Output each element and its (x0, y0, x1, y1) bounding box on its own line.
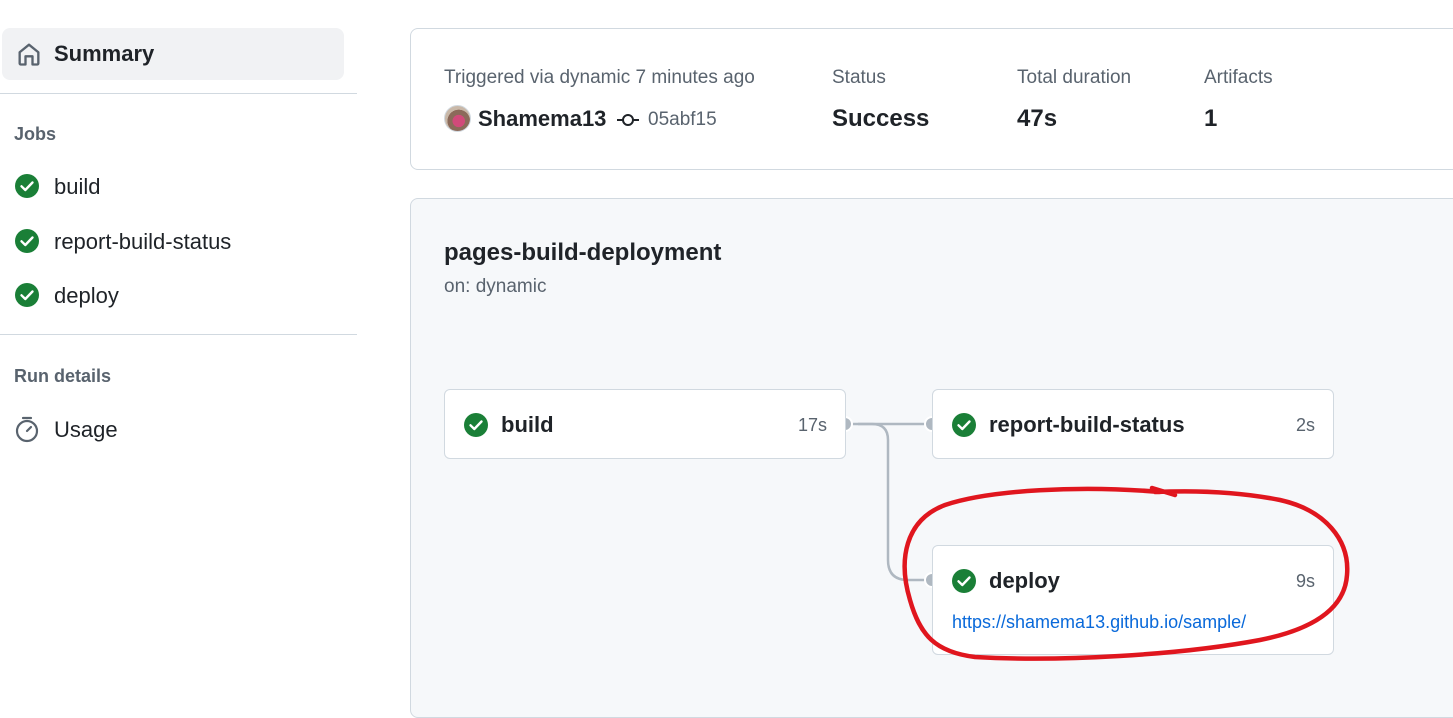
workflow-title: pages-build-deployment (444, 239, 722, 266)
deployment-url-link[interactable]: https://shamema13.github.io/sample/ (952, 612, 1246, 633)
sidebar: Summary Jobs build report-build-status d… (0, 0, 358, 697)
sidebar-item-usage[interactable]: Usage (0, 408, 357, 452)
artifacts-label: Artifacts (1204, 67, 1273, 88)
sidebar-job-label: report-build-status (54, 229, 232, 254)
sidebar-item-build[interactable]: build (0, 165, 357, 209)
sidebar-item-label: Usage (54, 417, 118, 442)
duration-value: 47s (1017, 105, 1058, 132)
sidebar-item-deploy[interactable]: deploy (0, 274, 357, 318)
job-duration: 2s (1295, 415, 1315, 435)
sidebar-job-label: deploy (54, 283, 119, 308)
sidebar-item-label: Summary (54, 41, 155, 66)
check-circle-icon (952, 413, 976, 437)
job-node-deploy[interactable]: deploy 9s https://shamema13.github.io/sa… (932, 545, 1334, 655)
check-circle-icon (952, 569, 976, 593)
job-duration: 17s (797, 415, 827, 435)
divider (0, 334, 357, 335)
status-value: Success (832, 105, 930, 132)
actor-link[interactable]: Shamema13 (478, 106, 606, 132)
duration-label: Total duration (1017, 67, 1132, 88)
check-circle-icon (15, 229, 39, 253)
check-circle-icon (464, 413, 488, 437)
job-name: deploy (989, 568, 1060, 593)
workflow-trigger: on: dynamic (444, 276, 547, 297)
job-node-build[interactable]: build 17s (444, 389, 846, 459)
run-summary-card: Triggered via dynamic 7 minutes ago Sham… (410, 28, 1453, 170)
job-node-report-build-status[interactable]: report-build-status 2s (932, 389, 1334, 459)
job-name: build (501, 412, 554, 437)
stopwatch-icon (15, 416, 39, 443)
sidebar-job-label: build (54, 174, 101, 199)
check-circle-icon (15, 283, 39, 307)
git-commit-icon (617, 114, 639, 126)
commit-sha-link[interactable]: 05abf15 (648, 109, 717, 131)
run-details-section-title: Run details (14, 366, 112, 386)
artifacts-value[interactable]: 1 (1204, 105, 1217, 133)
job-name: report-build-status (989, 412, 1185, 437)
avatar[interactable] (444, 105, 471, 132)
job-duration: 9s (1295, 571, 1315, 591)
jobs-section-title: Jobs (14, 124, 57, 144)
check-circle-icon (15, 174, 39, 198)
divider (0, 93, 357, 94)
sidebar-item-summary[interactable]: Summary (2, 28, 344, 80)
sidebar-item-report-build-status[interactable]: report-build-status (0, 220, 357, 264)
triggered-text: Triggered via dynamic 7 minutes ago (444, 67, 755, 88)
home-icon (18, 43, 40, 66)
status-label: Status (832, 67, 886, 88)
